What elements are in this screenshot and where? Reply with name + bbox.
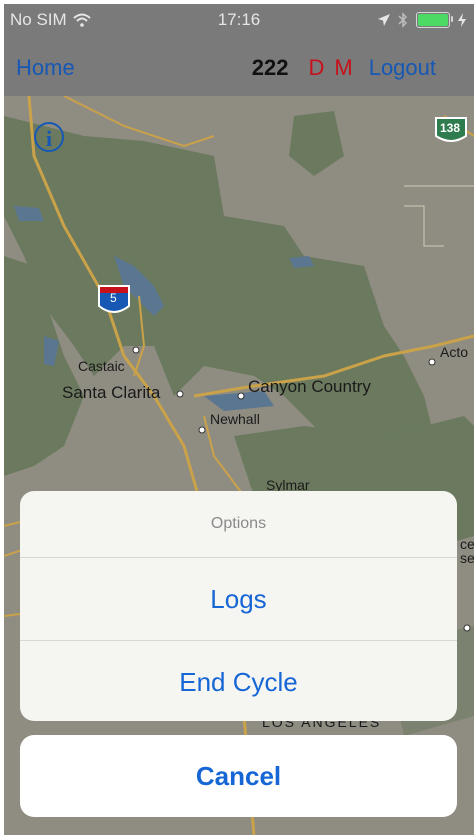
canyon-country-label: Canyon Country (248, 377, 371, 396)
action-sheet-title: Options (20, 491, 457, 558)
castaic-label: Castaic (78, 358, 125, 374)
nav-right-group: 222 D M Logout (252, 55, 436, 81)
d-button[interactable]: D (308, 55, 324, 81)
cancel-button[interactable]: Cancel (20, 735, 457, 817)
battery-icon (416, 12, 453, 28)
route-138-label: 138 (440, 121, 461, 135)
battery-fill (418, 14, 448, 26)
m-button[interactable]: M (334, 55, 352, 81)
action-sheet: Options Logs End Cycle (20, 491, 457, 721)
logout-link[interactable]: Logout (369, 55, 436, 81)
charging-bolt-icon (458, 13, 466, 27)
location-arrow-icon (378, 14, 390, 26)
info-icon[interactable]: i (34, 122, 64, 152)
logs-button[interactable]: Logs (20, 558, 457, 641)
acton-label: Acto (440, 344, 469, 360)
newhall-label: Newhall (210, 411, 260, 427)
battery-cap (451, 16, 453, 22)
end-cycle-button[interactable]: End Cycle (20, 641, 457, 721)
count-badge: 222 (251, 55, 289, 80)
home-link[interactable]: Home (16, 55, 75, 81)
map-view[interactable]: 5 138 Castaic Santa Clarita Canyon Count… (4, 96, 474, 835)
status-right (378, 12, 466, 28)
status-bar: No SIM 17:16 (4, 4, 474, 40)
santa-clarita-label: Santa Clarita (62, 383, 161, 402)
map-edge-label-se: se (460, 550, 474, 566)
bluetooth-icon (398, 12, 408, 28)
map-graphics (4, 96, 474, 835)
interstate-5-label: 5 (110, 291, 117, 305)
nav-bar: Home 222 D M Logout (4, 40, 474, 96)
